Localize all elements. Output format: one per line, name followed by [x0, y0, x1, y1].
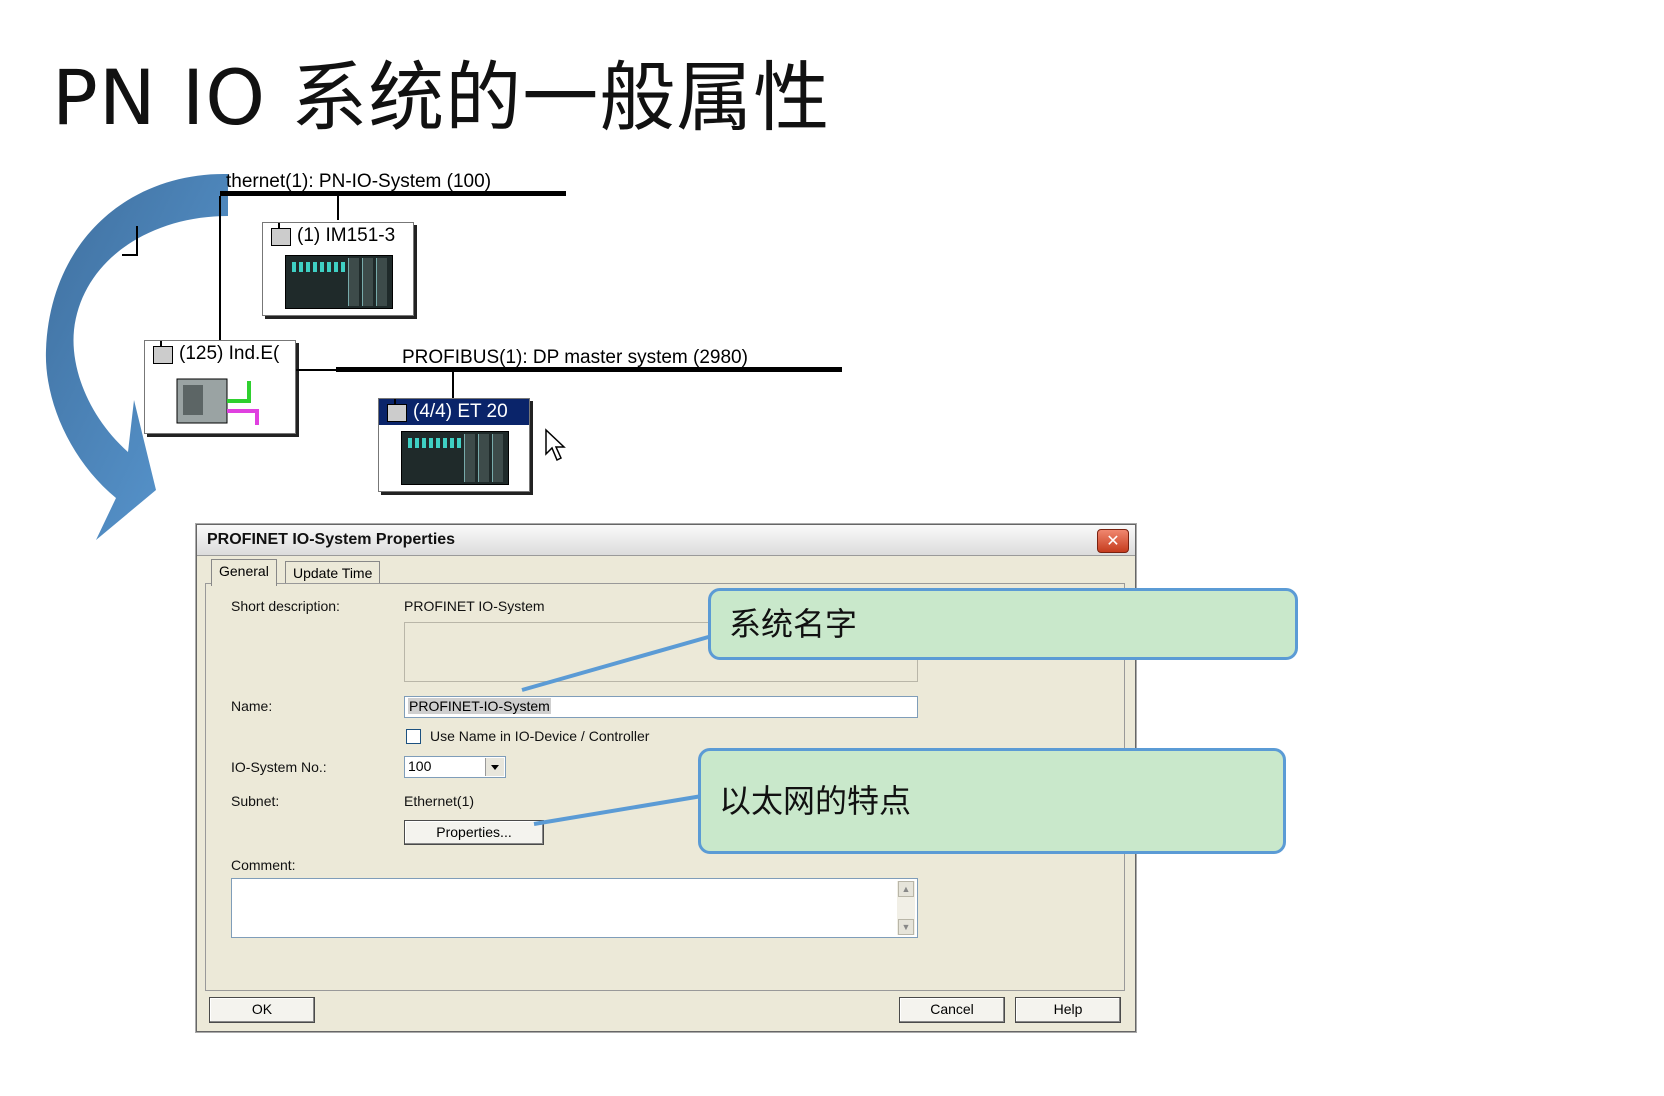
system-name-connector: [521, 634, 713, 692]
ethernet-features-callout: 以太网的特点: [698, 748, 1286, 854]
system-name-callout: 系统名字: [708, 588, 1298, 660]
ethernet-features-connector: [533, 794, 703, 826]
ethernet-features-callout-text: 以太网的特点: [719, 782, 912, 820]
tab-general[interactable]: General: [211, 559, 277, 586]
system-name-callout-text: 系统名字: [729, 605, 858, 643]
callout-connectors: [521, 634, 713, 826]
